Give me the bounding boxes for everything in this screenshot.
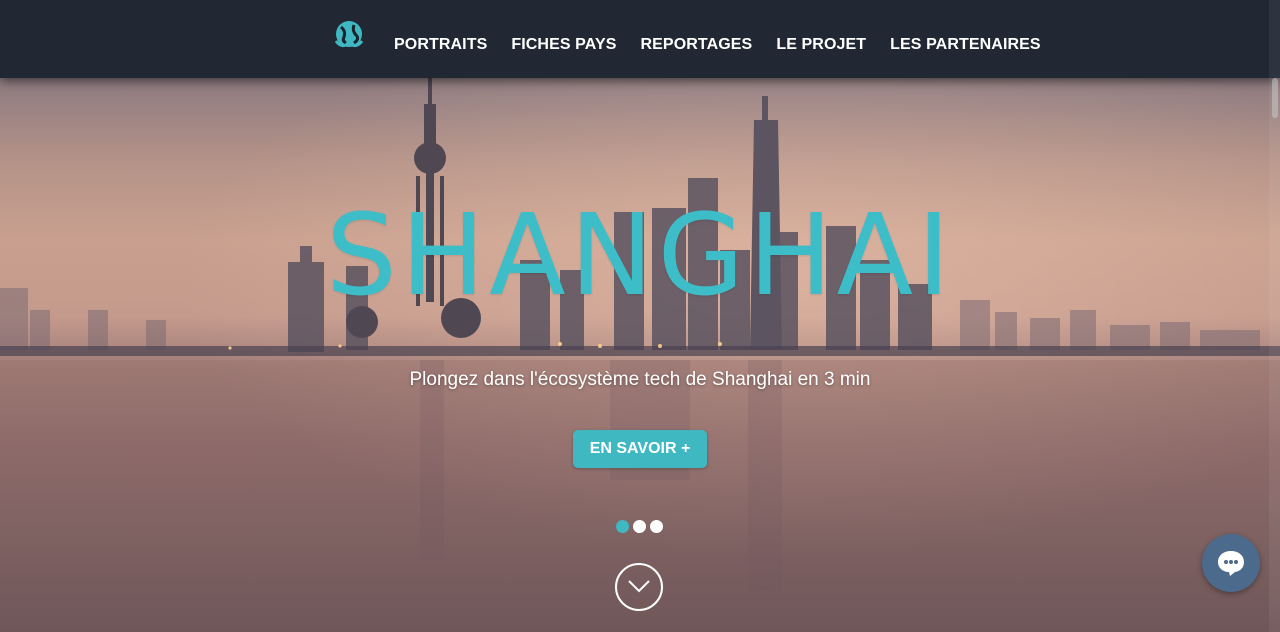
nav-item-fiches-pays[interactable]: FICHES PAYS bbox=[511, 36, 616, 54]
carousel-indicators bbox=[616, 520, 663, 533]
hero-title: SHANGHAI bbox=[325, 191, 955, 321]
chat-button[interactable] bbox=[1202, 534, 1260, 592]
learn-more-button[interactable]: EN SAVOIR + bbox=[573, 430, 707, 468]
main-navigation: PORTRAITS FICHES PAYS REPORTAGES LE PROJ… bbox=[394, 36, 1041, 54]
nav-item-portraits[interactable]: PORTRAITS bbox=[394, 36, 487, 54]
carousel-dot-1[interactable] bbox=[616, 520, 629, 533]
page-scrollbar[interactable] bbox=[1269, 0, 1280, 632]
scrollbar-thumb[interactable] bbox=[1272, 78, 1278, 118]
chevron-down-icon bbox=[628, 580, 650, 593]
chat-bubble-icon bbox=[1218, 551, 1244, 576]
carousel-dot-3[interactable] bbox=[650, 520, 663, 533]
nav-item-reportages[interactable]: REPORTAGES bbox=[641, 36, 753, 54]
hero-subtitle: Plongez dans l'écosystème tech de Shangh… bbox=[409, 369, 871, 390]
nav-item-le-projet[interactable]: LE PROJET bbox=[776, 36, 866, 54]
top-navbar: PORTRAITS FICHES PAYS REPORTAGES LE PROJ… bbox=[0, 0, 1280, 78]
carousel-dot-2[interactable] bbox=[633, 520, 646, 533]
nav-item-les-partenaires[interactable]: LES PARTENAIRES bbox=[890, 36, 1041, 54]
globe-hands-icon[interactable] bbox=[332, 19, 366, 53]
scroll-down-button[interactable] bbox=[615, 563, 663, 611]
